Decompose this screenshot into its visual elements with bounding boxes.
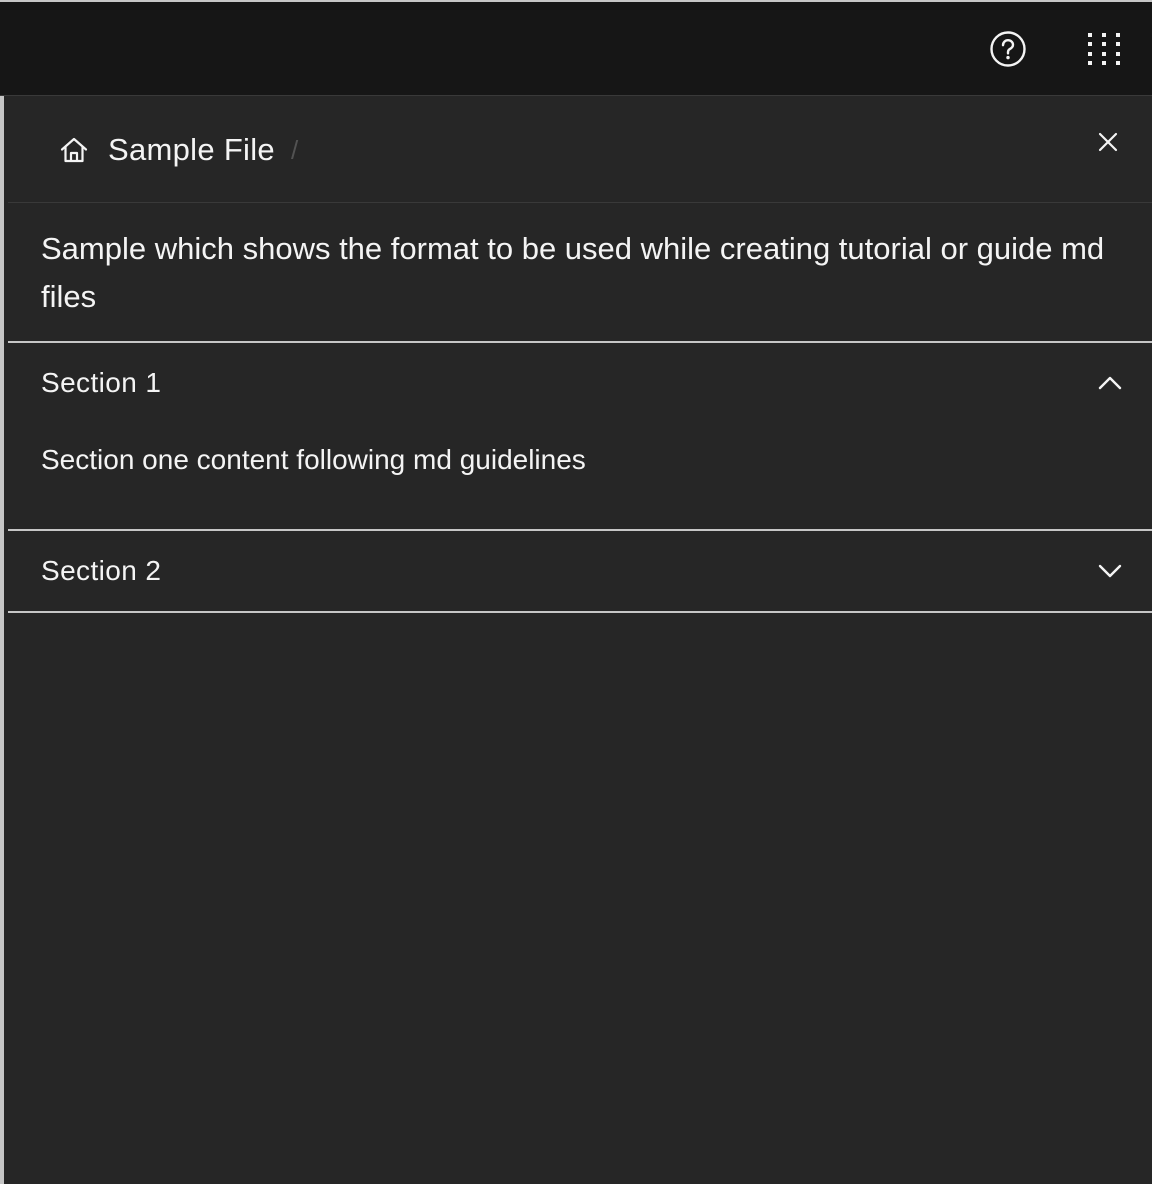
breadcrumb: Sample File / (58, 132, 298, 168)
top-header (0, 0, 1152, 96)
close-button[interactable] (1088, 122, 1128, 162)
home-icon[interactable] (58, 134, 90, 166)
accordion-item-section-2: Section 2 (8, 531, 1152, 613)
chevron-down-icon (1098, 564, 1122, 578)
panel-header: Sample File / (8, 96, 1152, 203)
app-switcher-button[interactable] (1056, 2, 1152, 96)
breadcrumb-separator: / (290, 134, 299, 165)
accordion-item-section-1: Section 1 Section one content following … (8, 343, 1152, 531)
close-icon (1098, 132, 1118, 152)
help-button[interactable] (960, 2, 1056, 96)
accordion-title: Section 1 (41, 367, 162, 398)
accordion-title: Section 2 (41, 555, 162, 586)
chevron-up-icon (1098, 376, 1122, 390)
accordion-content-section-1: Section one content following md guideli… (41, 444, 586, 475)
tutorial-panel: Sample File / Sample which shows the for… (0, 96, 1152, 1184)
app-switcher-icon (1088, 33, 1120, 65)
help-icon (990, 31, 1026, 67)
panel-description: Sample which shows the format to be used… (8, 203, 1152, 343)
breadcrumb-title[interactable]: Sample File (108, 132, 275, 168)
accordion-heading-section-2[interactable]: Section 2 (8, 531, 1152, 611)
tutorial-panel-content: Sample File / Sample which shows the for… (8, 96, 1152, 613)
accordion-heading-section-1[interactable]: Section 1 (8, 343, 1152, 423)
